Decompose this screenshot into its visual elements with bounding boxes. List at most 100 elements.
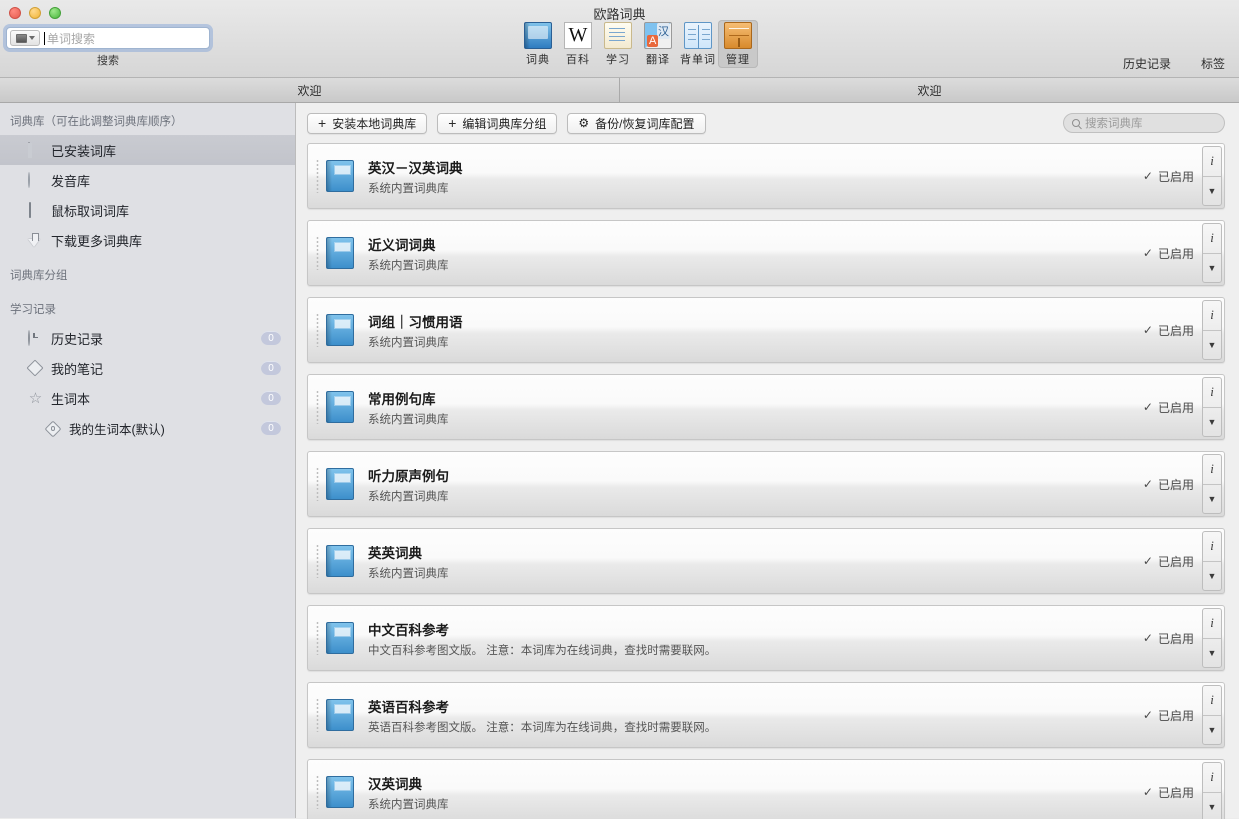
dictionary-meta: 听力原声例句 系统内置词典库 <box>368 452 1143 516</box>
sidebar-item-mouse-lookup[interactable]: 鼠标取词词库 <box>0 195 295 225</box>
sidebar-item-wordbook[interactable]: ☆ 生词本 0 <box>0 383 295 413</box>
chevron-down-icon[interactable]: ▼ <box>1203 485 1221 514</box>
status-badge: 0 <box>261 421 281 435</box>
toolbar-item-encyclopedia[interactable]: W 百科 <box>558 20 598 68</box>
tab-bar: 欢迎 欢迎 <box>0 78 1239 103</box>
drag-handle[interactable] <box>308 683 326 747</box>
table-row[interactable]: 中文百科参考 中文百科参考图文版。 注意：本词库为在线词典，查找时需要联网。 ✓… <box>307 605 1225 671</box>
mouse-icon <box>28 201 43 218</box>
toolbar-item-label: 百科 <box>566 54 590 66</box>
tab-welcome-right[interactable]: 欢迎 <box>620 78 1239 102</box>
chevron-down-icon[interactable]: ▼ <box>1203 562 1221 591</box>
table-row[interactable]: 近义词词典 系统内置词典库 ✓ 已启用 i ▼ <box>307 220 1225 286</box>
backup-restore-config-button[interactable]: ⚙ 备份/恢复词库配置 <box>567 112 706 134</box>
dictionary-meta: 词组｜习惯用语 系统内置词典库 <box>368 298 1143 362</box>
drag-handle[interactable] <box>308 452 326 516</box>
enabled-label: 已启用 <box>1157 169 1194 184</box>
edit-dictionary-groups-button[interactable]: + 编辑词典库分组 <box>437 112 558 134</box>
drag-handle[interactable] <box>308 298 326 362</box>
dictionary-desc: 系统内置词典库 <box>368 413 449 426</box>
status-badge: ✓ 已启用 <box>1143 399 1194 416</box>
sidebar-item-history[interactable]: 历史记录 0 <box>0 323 295 353</box>
table-row[interactable]: 词组｜习惯用语 系统内置词典库 ✓ 已启用 i ▼ <box>307 297 1225 363</box>
drag-handle[interactable] <box>308 529 326 593</box>
info-icon[interactable]: i <box>1203 378 1221 408</box>
enabled-label: 已启用 <box>1157 631 1194 646</box>
sidebar-item-default-wordbook[interactable]: 我的生词本(默认) 0 <box>0 413 295 443</box>
sidebar-item-download-more[interactable]: 下载更多词典库 <box>0 225 295 255</box>
chevron-down-icon[interactable]: ▼ <box>1203 793 1221 819</box>
install-local-dictionary-button[interactable]: + 安装本地词典库 <box>307 112 428 134</box>
status-badge: 0 <box>261 391 281 405</box>
status-badge: ✓ 已启用 <box>1143 245 1194 262</box>
search-placeholder: 单词搜索 <box>47 31 96 46</box>
drag-handle[interactable] <box>308 760 326 819</box>
search-area: 单词搜索 搜索 <box>6 27 210 68</box>
info-icon[interactable]: i <box>1203 147 1221 177</box>
toolbar-item-manage[interactable]: 管理 <box>718 20 758 68</box>
check-icon: ✓ <box>1142 169 1153 183</box>
dictionary-search-input[interactable]: 搜索词典库 <box>1063 113 1225 133</box>
chevron-down-icon[interactable]: ▼ <box>1203 716 1221 745</box>
search-input[interactable]: 单词搜索 <box>6 27 210 49</box>
info-icon[interactable]: i <box>1203 532 1221 562</box>
table-row[interactable]: 英英词典 系统内置词典库 ✓ 已启用 i ▼ <box>307 528 1225 594</box>
status-badge: ✓ 已启用 <box>1143 168 1194 185</box>
sidebar: 词典库（可在此调整词典库顺序） 已安装词库 发音库 鼠标取词词库 下载更多词典库… <box>0 103 296 818</box>
chevron-down-icon[interactable]: ▼ <box>1203 639 1221 668</box>
check-icon: ✓ <box>1142 785 1153 799</box>
check-icon: ✓ <box>1142 631 1153 645</box>
dictionary-controls: i ▼ <box>1202 377 1222 437</box>
dictionary-meta: 中文百科参考 中文百科参考图文版。 注意：本词库为在线词典，查找时需要联网。 <box>368 606 1143 670</box>
sidebar-divider <box>0 255 295 265</box>
sidebar-item-label: 历史记录 <box>51 331 104 347</box>
dictionary-desc: 系统内置词典库 <box>368 182 449 195</box>
sound-circle-icon <box>28 171 43 188</box>
drag-handle[interactable] <box>308 144 326 208</box>
dictionary-book-icon <box>326 160 354 192</box>
info-icon[interactable]: i <box>1203 224 1221 254</box>
info-icon[interactable]: i <box>1203 609 1221 639</box>
history-link[interactable]: 历史记录 <box>1123 55 1171 72</box>
sidebar-groups-header: 词典库分组 <box>10 270 68 282</box>
drag-handle[interactable] <box>308 606 326 670</box>
drag-handle[interactable] <box>308 221 326 285</box>
table-row[interactable]: 英语百科参考 英语百科参考图文版。 注意：本词库为在线词典，查找时需要联网。 ✓… <box>307 682 1225 748</box>
info-icon[interactable]: i <box>1203 301 1221 331</box>
info-icon[interactable]: i <box>1203 686 1221 716</box>
chevron-down-icon[interactable]: ▼ <box>1203 177 1221 206</box>
toolbar-item-translate[interactable]: 翻译 <box>638 20 678 68</box>
dictionary-controls: i ▼ <box>1202 300 1222 360</box>
chevron-down-icon[interactable]: ▼ <box>1203 254 1221 283</box>
info-icon[interactable]: i <box>1203 455 1221 485</box>
keyboard-icon <box>15 33 27 43</box>
toolbar-item-label: 词典 <box>526 54 550 66</box>
check-icon: ✓ <box>1142 554 1153 568</box>
main-content: + 安装本地词典库 + 编辑词典库分组 ⚙ 备份/恢复词库配置 搜索词典库 英汉… <box>296 103 1239 819</box>
table-row[interactable]: 汉英词典 系统内置词典库 ✓ 已启用 i ▼ <box>307 759 1225 819</box>
drag-handle[interactable] <box>308 375 326 439</box>
sidebar-item-my-notes[interactable]: 我的笔记 0 <box>0 353 295 383</box>
sidebar-item-pronunciation[interactable]: 发音库 <box>0 165 295 195</box>
toolbar-item-memorize-words[interactable]: 背单词 <box>678 20 718 68</box>
chevron-down-icon[interactable]: ▼ <box>1203 408 1221 437</box>
check-icon: ✓ <box>1142 323 1153 337</box>
download-arrow-icon <box>28 233 43 248</box>
dictionary-book-icon <box>326 699 354 731</box>
table-row[interactable]: 英汉－汉英词典 系统内置词典库 ✓ 已启用 i ▼ <box>307 143 1225 209</box>
toolbar-item-label: 学习 <box>606 54 630 66</box>
open-book-icon <box>684 22 712 49</box>
toolbar-item-study[interactable]: 学习 <box>598 20 638 68</box>
toolbar-icon-group: 词典 W 百科 学习 翻译 背单词 管理 <box>518 20 758 68</box>
tab-welcome-left[interactable]: 欢迎 <box>0 78 620 102</box>
status-badge: ✓ 已启用 <box>1143 630 1194 647</box>
table-row[interactable]: 听力原声例句 系统内置词典库 ✓ 已启用 i ▼ <box>307 451 1225 517</box>
table-row[interactable]: 常用例句库 系统内置词典库 ✓ 已启用 i ▼ <box>307 374 1225 440</box>
info-icon[interactable]: i <box>1203 763 1221 793</box>
enabled-label: 已启用 <box>1157 246 1194 261</box>
toolbar-item-dictionary[interactable]: 词典 <box>518 20 558 68</box>
search-mode-button[interactable] <box>10 30 40 46</box>
sidebar-item-installed-dicts[interactable]: 已安装词库 <box>0 135 295 165</box>
tags-link[interactable]: 标签 <box>1201 55 1225 72</box>
chevron-down-icon[interactable]: ▼ <box>1203 331 1221 360</box>
